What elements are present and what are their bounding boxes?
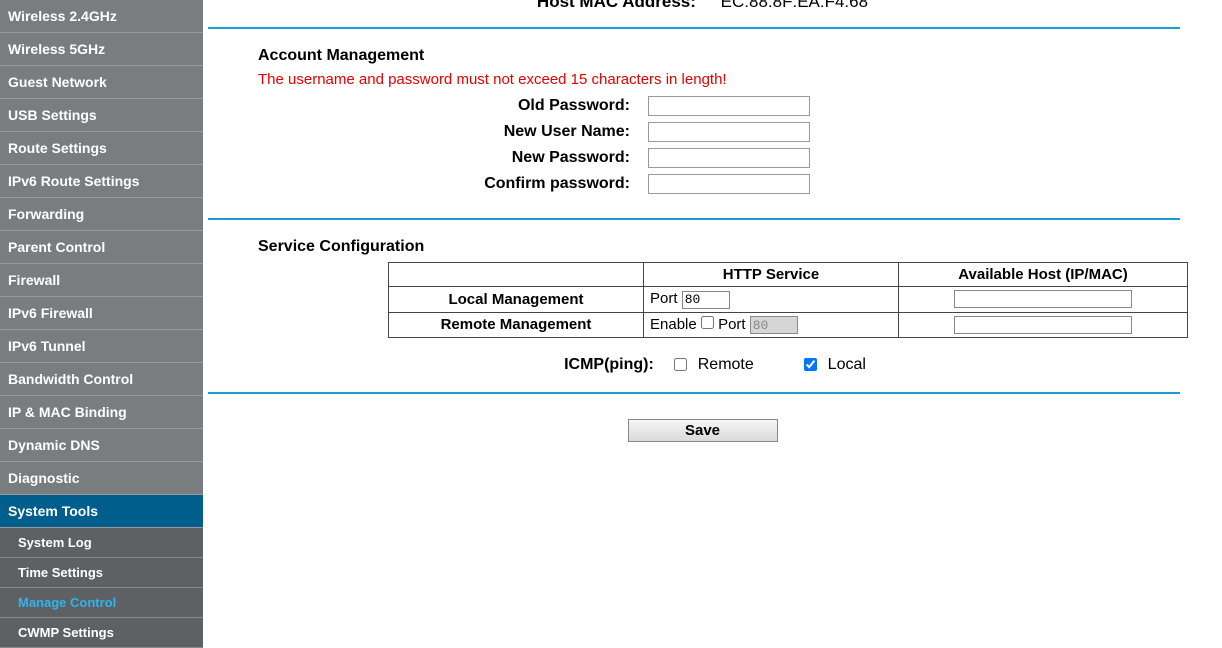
local-port-input[interactable] [682,291,730,309]
host-mac-label: Host MAC Address: [537,0,696,12]
sidebar-item-diagnostic[interactable]: Diagnostic [0,462,203,495]
sidebar-item-dynamic-dns[interactable]: Dynamic DNS [0,429,203,462]
sidebar: Wireless 2.4GHz Wireless 5GHz Guest Netw… [0,0,203,646]
service-table: HTTP Service Available Host (IP/MAC) Loc… [388,262,1188,338]
remote-enable-label: Enable [650,316,697,333]
sidebar-subitem-time-settings[interactable]: Time Settings [0,558,203,588]
sidebar-item-usb-settings[interactable]: USB Settings [0,99,203,132]
account-management-title: Account Management [258,47,1202,65]
host-mac-value: EC:88:8F:EA:F4:68 [721,0,868,12]
local-port-label: Port [650,290,678,307]
new-username-input[interactable] [648,122,810,142]
main-content: Host MAC Address: EC:88:8F:EA:F4:68 Acco… [203,0,1222,646]
remote-host-input[interactable] [954,316,1132,334]
table-row-local: Local Management Port [389,287,1188,313]
host-mac-row: Host MAC Address: EC:88:8F:EA:F4:68 [203,0,1202,27]
remote-port-label: Port [718,316,746,333]
table-row-remote: Remote Management Enable Port [389,312,1188,338]
table-header-row: HTTP Service Available Host (IP/MAC) [389,263,1188,287]
sidebar-item-route-settings[interactable]: Route Settings [0,132,203,165]
service-configuration-title: Service Configuration [258,238,1202,256]
old-password-input[interactable] [648,96,810,116]
account-management-section: Account Management The username and pass… [203,29,1202,218]
save-button[interactable]: Save [628,419,778,442]
sidebar-item-forwarding[interactable]: Forwarding [0,198,203,231]
icmp-local-label: Local [828,356,866,373]
sidebar-item-wireless-24[interactable]: Wireless 2.4GHz [0,0,203,33]
sidebar-item-ipv6-firewall[interactable]: IPv6 Firewall [0,297,203,330]
sidebar-item-parent-control[interactable]: Parent Control [0,231,203,264]
table-header-blank [389,263,644,287]
sidebar-item-ipv6-tunnel[interactable]: IPv6 Tunnel [0,330,203,363]
sidebar-item-wireless-5[interactable]: Wireless 5GHz [0,33,203,66]
icmp-remote-checkbox[interactable] [674,358,687,371]
sidebar-subitem-manage-control[interactable]: Manage Control [0,588,203,618]
remote-enable-checkbox[interactable] [701,316,714,329]
remote-port-input[interactable] [750,316,798,334]
local-host-input[interactable] [954,290,1132,308]
new-password-label: New Password: [258,149,648,167]
account-warning: The username and password must not excee… [258,71,1202,88]
icmp-row: ICMP(ping): Remote Local [258,356,1202,374]
sidebar-item-firewall[interactable]: Firewall [0,264,203,297]
new-username-label: New User Name: [258,123,648,141]
table-header-host: Available Host (IP/MAC) [899,263,1188,287]
old-password-label: Old Password: [258,97,648,115]
sidebar-item-system-tools[interactable]: System Tools [0,495,203,528]
sidebar-item-bandwidth-control[interactable]: Bandwidth Control [0,363,203,396]
sidebar-item-ipv6-route-settings[interactable]: IPv6 Route Settings [0,165,203,198]
new-password-input[interactable] [648,148,810,168]
confirm-password-label: Confirm password: [258,175,648,193]
icmp-label: ICMP(ping): [564,356,654,373]
sidebar-item-ip-mac-binding[interactable]: IP & MAC Binding [0,396,203,429]
sidebar-item-guest-network[interactable]: Guest Network [0,66,203,99]
icmp-remote-label: Remote [698,356,754,373]
confirm-password-input[interactable] [648,174,810,194]
remote-management-label: Remote Management [389,312,644,338]
table-header-http: HTTP Service [644,263,899,287]
service-configuration-section: Service Configuration HTTP Service Avail… [203,220,1202,392]
icmp-local-checkbox[interactable] [804,358,817,371]
sidebar-subitem-cwmp-settings[interactable]: CWMP Settings [0,618,203,648]
sidebar-subitem-system-log[interactable]: System Log [0,528,203,558]
local-management-label: Local Management [389,287,644,313]
